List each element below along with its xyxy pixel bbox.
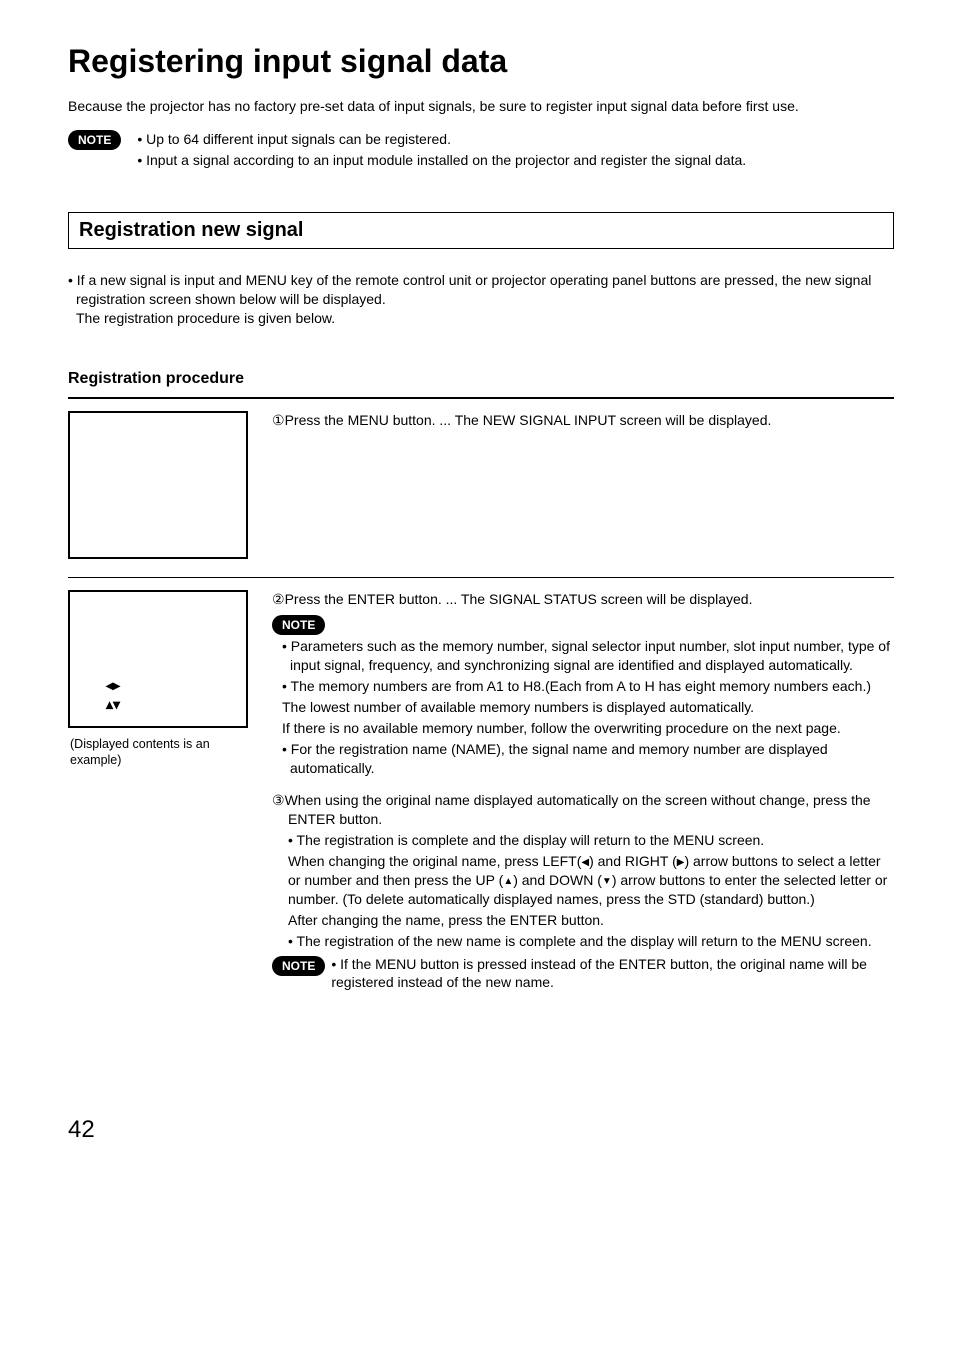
note-line: The lowest number of available memory nu… xyxy=(282,698,894,717)
section-intro: • If a new signal is input and MENU key … xyxy=(68,271,894,328)
note-line: If there is no available memory number, … xyxy=(282,719,894,738)
left-arrow-icon: ◀ xyxy=(581,857,589,868)
figure-placeholder xyxy=(68,411,248,559)
page-number: 42 xyxy=(68,1114,894,1146)
step-1-row: ①Press the MENU button. ... The NEW SIGN… xyxy=(68,411,894,559)
nav-arrows-icon: ◂▸▴▾ xyxy=(106,676,120,714)
top-note-item: • Up to 64 different input signals can b… xyxy=(137,130,746,149)
page-title: Registering input signal data xyxy=(68,40,894,83)
figure-caption: (Displayed contents is an example) xyxy=(68,736,256,769)
procedure-heading: Registration procedure xyxy=(68,368,894,390)
step-1-text: ①Press the MENU button. ... The NEW SIGN… xyxy=(272,411,894,434)
note-item: • Parameters such as the memory number, … xyxy=(282,637,894,675)
top-note-item: • Input a signal according to an input m… xyxy=(137,151,746,170)
note-badge: NOTE xyxy=(68,130,121,150)
down-arrow-icon: ▼ xyxy=(602,876,612,887)
step-3-sub: When changing the original name, press L… xyxy=(288,852,894,909)
divider xyxy=(68,397,894,399)
step-1-body: Press the MENU button. ... The NEW SIGNA… xyxy=(285,412,772,428)
up-arrow-icon: ▲ xyxy=(503,876,513,887)
note-item: • For the registration name (NAME), the … xyxy=(282,740,894,778)
section-intro-line: The registration procedure is given belo… xyxy=(68,309,894,328)
step-3-sub: • The registration is complete and the d… xyxy=(288,831,894,850)
step-2-lead: Press the ENTER button. ... The SIGNAL S… xyxy=(285,591,753,607)
divider xyxy=(68,577,894,578)
intro-text: Because the projector has no factory pre… xyxy=(68,97,894,116)
note-item: • The memory numbers are from A1 to H8.(… xyxy=(282,677,894,696)
section-heading: Registration new signal xyxy=(68,212,894,249)
note-badge: NOTE xyxy=(272,956,325,976)
step-3-sub: • The registration of the new name is co… xyxy=(288,932,894,951)
note-badge: NOTE xyxy=(272,615,325,635)
top-note-row: NOTE • Up to 64 different input signals … xyxy=(68,130,894,172)
top-note-list: • Up to 64 different input signals can b… xyxy=(137,130,746,172)
step-2-text: ②Press the ENTER button. ... The SIGNAL … xyxy=(272,590,894,994)
figure-placeholder: ◂▸▴▾ xyxy=(68,590,248,728)
section-intro-line: • If a new signal is input and MENU key … xyxy=(68,271,894,309)
step-2-row: ◂▸▴▾ (Displayed contents is an example) … xyxy=(68,590,894,994)
final-note-row: NOTE • If the MENU button is pressed ins… xyxy=(272,955,894,993)
step-3-text: ③When using the original name displayed … xyxy=(272,791,894,992)
step-3-lead: When using the original name displayed a… xyxy=(285,792,871,827)
final-note-text: • If the MENU button is pressed instead … xyxy=(331,955,894,993)
step-2-notes: • Parameters such as the memory number, … xyxy=(272,637,894,777)
step-3-sub: After changing the name, press the ENTER… xyxy=(288,911,894,930)
